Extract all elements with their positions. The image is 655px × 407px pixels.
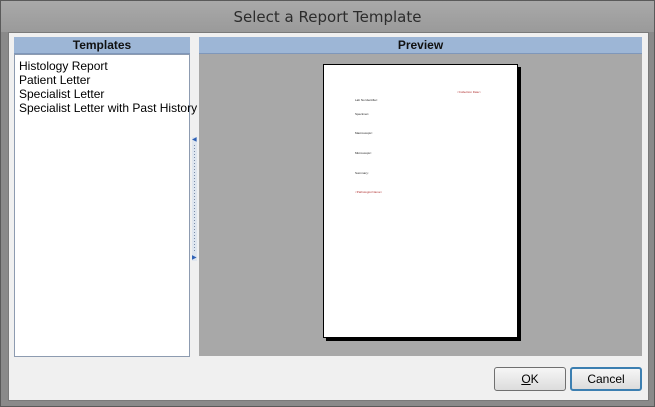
template-item-specialist-letter[interactable]: Specialist Letter xyxy=(15,87,189,101)
ok-label-rest: K xyxy=(530,372,539,386)
page-lab-identifier: Lab No Identifier: xyxy=(355,98,378,102)
splitter-grip xyxy=(194,145,195,253)
templates-list[interactable]: Histology Report Patient Letter Speciali… xyxy=(14,54,197,357)
title-bar[interactable]: Select a Report Template xyxy=(1,1,654,32)
page-summary: Summary: xyxy=(355,171,369,175)
expand-right-icon[interactable]: ▶ xyxy=(192,255,197,261)
dialog-window: Select a Report Template Templates Histo… xyxy=(0,0,655,407)
preview-page: <Collection Date> Lab No Identifier: Spe… xyxy=(323,64,518,338)
preview-header: Preview xyxy=(199,37,642,54)
page-microscopic: Microscopic: xyxy=(355,151,372,155)
page-collection-date: <Collection Date> xyxy=(457,90,481,94)
window-title: Select a Report Template xyxy=(233,7,422,26)
ok-button[interactable]: OK xyxy=(494,367,566,391)
dialog-client-area: Templates Histology Report Patient Lette… xyxy=(8,32,649,401)
preview-area: <Collection Date> Lab No Identifier: Spe… xyxy=(199,54,642,356)
page-specimen: Specimen: xyxy=(355,112,370,116)
collapse-left-icon[interactable]: ◀ xyxy=(192,137,197,143)
templates-header: Templates xyxy=(14,37,190,54)
template-item-histology-report[interactable]: Histology Report xyxy=(15,59,189,73)
cancel-button[interactable]: Cancel xyxy=(570,367,642,391)
template-item-patient-letter[interactable]: Patient Letter xyxy=(15,73,189,87)
page-macroscopic: Macroscopic: xyxy=(355,131,373,135)
template-item-specialist-letter-past-history[interactable]: Specialist Letter with Past History xyxy=(15,101,197,115)
panel-splitter[interactable]: ◀ ▶ xyxy=(192,137,197,261)
ok-mnemonic: O xyxy=(521,372,531,386)
page-pathologist: <Pathologist Name> xyxy=(355,190,383,194)
